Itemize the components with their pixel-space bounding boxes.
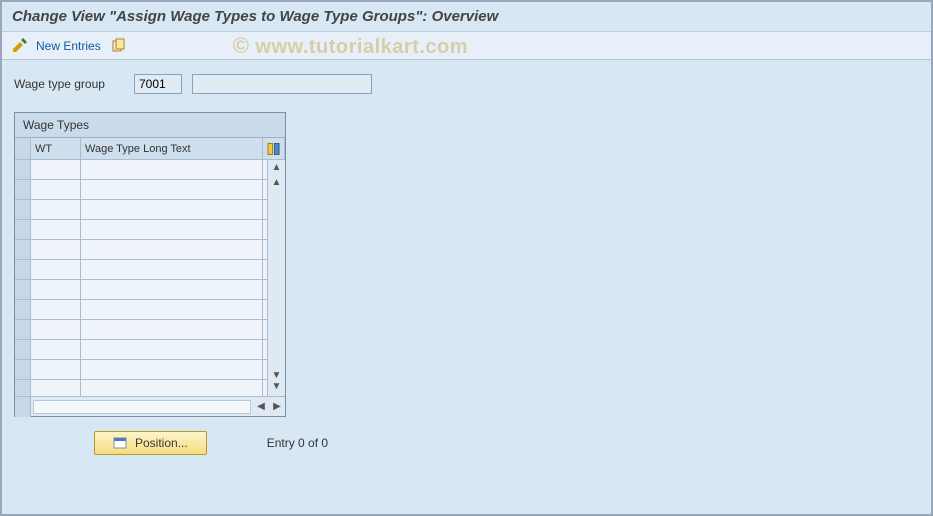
cell-long-text[interactable] [81,280,263,300]
cell-long-text[interactable] [81,180,263,200]
table-row[interactable] [15,280,285,300]
table-row[interactable] [15,200,285,220]
table-row[interactable] [15,260,285,280]
cell-wt[interactable] [31,280,81,300]
cell-wt[interactable] [31,220,81,240]
wage-type-group-desc-input[interactable] [192,74,372,94]
cell-wt[interactable] [31,200,81,220]
scroll-left-icon[interactable]: ◀ [253,401,269,412]
new-entries-button[interactable]: New Entries [36,39,101,53]
position-icon [113,436,127,450]
table-row[interactable] [15,320,285,340]
table-row[interactable] [15,160,285,180]
cell-wt[interactable] [31,240,81,260]
row-selector[interactable] [15,320,31,340]
cell-long-text[interactable] [81,340,263,360]
wage-type-group-label: Wage type group [14,77,124,91]
entry-count: Entry 0 of 0 [267,436,328,450]
content-body: Wage type group Wage Types WT Wage Type … [2,60,931,469]
scroll-down-icon[interactable]: ▼ [272,381,282,392]
scroll-up-icon[interactable]: ▲ [272,162,282,173]
wage-type-group-code-input[interactable] [134,74,182,94]
horizontal-scrollbar[interactable]: ◀ ▶ [15,396,285,416]
watermark: ©www.tutorialkart.com [233,33,468,59]
cell-long-text[interactable] [81,300,263,320]
row-selector[interactable] [15,200,31,220]
cell-long-text[interactable] [81,220,263,240]
cell-wt[interactable] [31,340,81,360]
cell-long-text[interactable] [81,160,263,180]
cell-long-text[interactable] [81,260,263,280]
cell-wt[interactable] [31,300,81,320]
column-wt[interactable]: WT [31,138,81,160]
select-all-column[interactable] [15,138,31,160]
scroll-right-icon[interactable]: ▶ [269,401,285,412]
table-row[interactable] [15,220,285,240]
table-config-icon[interactable] [263,138,285,160]
row-selector[interactable] [15,340,31,360]
table-row[interactable] [15,360,285,380]
app-window: Change View "Assign Wage Types to Wage T… [0,0,933,516]
position-button-label: Position... [135,436,188,450]
cell-wt[interactable] [31,320,81,340]
pencil-check-icon[interactable] [10,37,28,55]
row-selector[interactable] [15,220,31,240]
cell-long-text[interactable] [81,360,263,380]
footer: Position... Entry 0 of 0 [14,431,919,455]
cell-wt[interactable] [31,360,81,380]
cell-long-text[interactable] [81,380,263,396]
cell-wt[interactable] [31,260,81,280]
row-selector[interactable] [15,280,31,300]
table-row[interactable] [15,340,285,360]
wage-types-panel: Wage Types WT Wage Type Long Text ▲ ▲ ▼ … [14,112,286,417]
row-selector[interactable] [15,180,31,200]
cell-wt[interactable] [31,160,81,180]
wage-type-group-field: Wage type group [14,74,919,94]
page-title: Change View "Assign Wage Types to Wage T… [2,2,931,32]
cell-long-text[interactable] [81,320,263,340]
toolbar: New Entries ©www.tutorialkart.com [2,32,931,60]
cell-long-text[interactable] [81,240,263,260]
cell-wt[interactable] [31,180,81,200]
wage-types-panel-title: Wage Types [15,113,285,138]
cell-wt[interactable] [31,380,81,396]
table-header: WT Wage Type Long Text [15,138,285,160]
scroll-down-page-icon[interactable]: ▼ [272,370,282,381]
table-row[interactable] [15,180,285,200]
position-button[interactable]: Position... [94,431,207,455]
row-selector[interactable] [15,380,31,396]
scroll-up-page-icon[interactable]: ▲ [272,177,282,188]
cell-long-text[interactable] [81,200,263,220]
column-long-text[interactable]: Wage Type Long Text [81,138,263,160]
vertical-scrollbar[interactable]: ▲ ▲ ▼ ▼ [267,160,285,396]
row-selector[interactable] [15,240,31,260]
table-row[interactable] [15,380,285,396]
row-selector[interactable] [15,360,31,380]
table-row[interactable] [15,240,285,260]
copy-icon[interactable] [109,37,127,55]
row-selector[interactable] [15,160,31,180]
row-selector[interactable] [15,300,31,320]
row-selector[interactable] [15,260,31,280]
table-row[interactable] [15,300,285,320]
